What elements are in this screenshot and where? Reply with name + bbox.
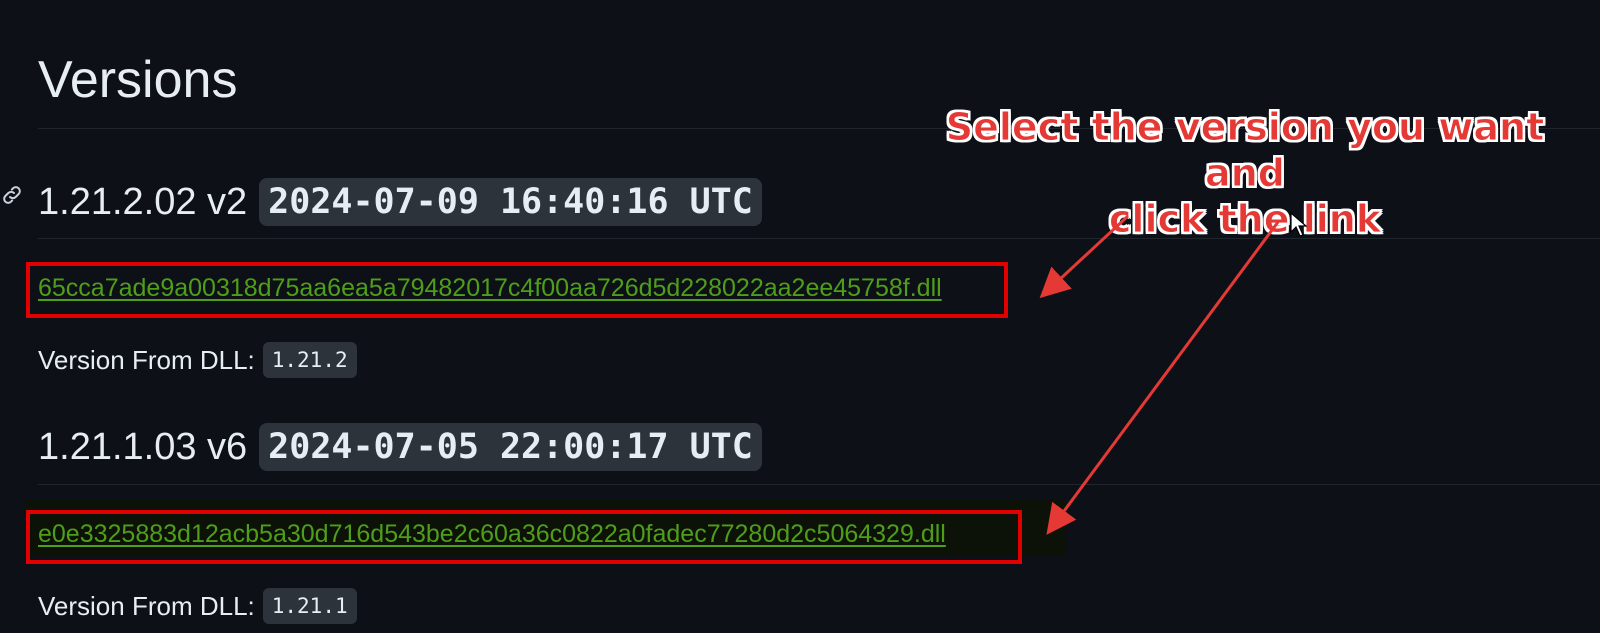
version-heading: 1.21.2.02 v2 2024-07-09 16:40:16 UTC <box>38 175 762 229</box>
page-title: Versions <box>38 51 238 109</box>
dll-version-label: Version From DLL: <box>38 344 255 375</box>
dll-version-label: Version From DLL: <box>38 590 255 621</box>
dll-version-value: 1.21.2 <box>262 342 357 378</box>
version-name: 1.21.1.03 v6 <box>38 425 248 468</box>
version-date: 2024-07-09 16:40:16 UTC <box>259 178 762 226</box>
version-divider <box>38 484 1600 485</box>
highlight-box <box>26 510 1022 564</box>
mouse-cursor-icon <box>1290 212 1308 237</box>
annotation-line-2: click the link <box>1108 197 1382 242</box>
version-heading: 1.21.1.03 v6 2024-07-05 22:00:17 UTC <box>38 420 762 474</box>
dll-version-value: 1.21.1 <box>262 588 357 624</box>
annotation-line-1: Select the version you want and <box>945 105 1545 196</box>
version-name: 1.21.2.02 v2 <box>38 180 248 223</box>
dll-version-info: Version From DLL: 1.21.2 <box>38 342 357 378</box>
highlight-box <box>26 262 1008 318</box>
annotation-text: Select the version you want and click th… <box>905 104 1585 242</box>
dll-version-info: Version From DLL: 1.21.1 <box>38 588 357 624</box>
link-icon[interactable] <box>0 183 24 207</box>
version-date: 2024-07-05 22:00:17 UTC <box>259 423 762 471</box>
